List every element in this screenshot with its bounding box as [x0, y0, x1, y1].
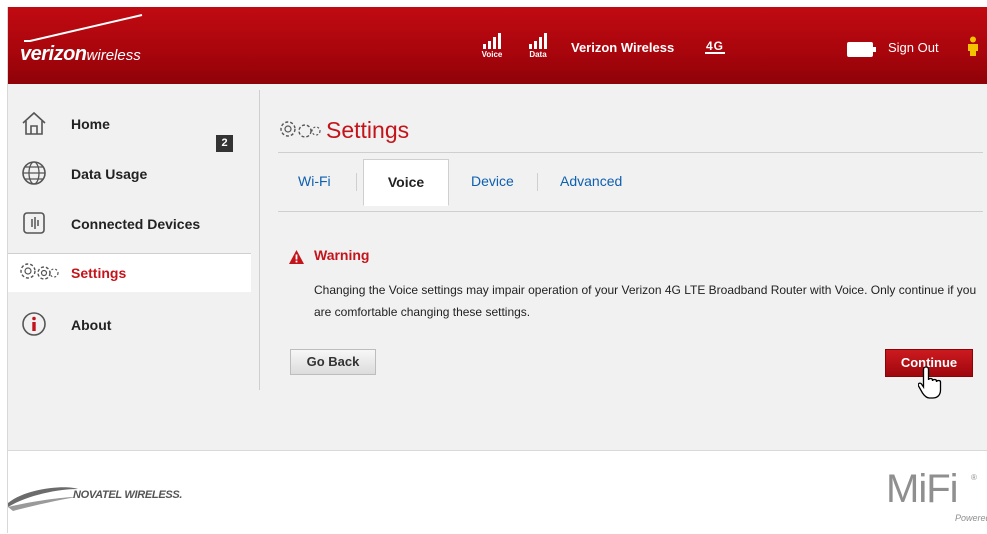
sidebar-item-settings[interactable]: Settings — [8, 253, 251, 292]
globe-icon — [22, 161, 46, 185]
network-type: 4G — [705, 39, 726, 54]
tab-separator — [356, 173, 357, 191]
warning-title: Warning — [314, 247, 370, 263]
tab-advanced[interactable]: Advanced — [560, 173, 622, 189]
sidebar-item-connected-devices[interactable]: Connected Devices — [8, 199, 251, 249]
sidebar-item-label: Home — [71, 116, 110, 132]
voice-signal: Voice — [478, 33, 506, 59]
gears-icon — [280, 121, 321, 138]
data-signal-label: Data — [529, 50, 547, 59]
page-title: Settings — [326, 117, 410, 143]
warning-message: Changing the Voice settings may impair o… — [314, 283, 977, 319]
verizon-logo: verizonwireless — [20, 43, 141, 65]
registered-mark: ® — [971, 473, 977, 482]
connected-devices-count-badge: 2 — [216, 135, 233, 152]
powered-label: Powered — [955, 513, 987, 523]
devices-icon — [23, 212, 45, 234]
sidebar-item-about[interactable]: About — [8, 300, 251, 350]
warning-icon — [289, 250, 304, 264]
sidebar-item-data-usage[interactable]: Data Usage — [8, 149, 251, 199]
novatel-wireless-brand: NOVATEL WIRELESS. — [73, 489, 183, 501]
go-back-button[interactable]: Go Back — [290, 349, 376, 375]
sidebar-nav: Home Data Usage Connected Devices Settin… — [8, 99, 251, 350]
battery-icon — [847, 42, 876, 57]
sign-out-link[interactable]: Sign Out — [888, 40, 939, 55]
sidebar-item-home[interactable]: Home — [8, 99, 251, 149]
sidebar-divider — [259, 90, 260, 390]
voice-signal-bars-icon — [478, 33, 506, 49]
sidebar-item-label: Settings — [71, 265, 127, 281]
data-signal-bars-icon — [524, 33, 552, 49]
home-icon — [22, 111, 46, 135]
sidebar-item-label: Data Usage — [71, 166, 148, 182]
data-signal: Data — [524, 33, 552, 59]
carrier-name: Verizon Wireless — [571, 40, 675, 55]
voice-signal-label: Voice — [481, 50, 503, 59]
person-icon[interactable] — [966, 36, 980, 56]
tab-separator — [537, 173, 538, 191]
title-divider — [278, 152, 983, 153]
tab-voice[interactable]: Voice — [363, 159, 449, 206]
sidebar-item-label: Connected Devices — [71, 215, 201, 232]
gears-icon — [20, 263, 59, 280]
top-header: verizonwireless Voice Data Verizon Wirel… — [8, 7, 987, 84]
router-admin-frame: verizonwireless Voice Data Verizon Wirel… — [7, 7, 987, 534]
hand-cursor-icon — [918, 366, 942, 399]
settings-tabs: Wi-Fi Voice Device Advanced — [278, 159, 983, 212]
sidebar-item-label: About — [71, 317, 112, 333]
tab-wifi[interactable]: Wi-Fi — [298, 173, 331, 189]
mifi-logo: MiFi — [886, 467, 959, 511]
tab-device[interactable]: Device — [471, 173, 514, 189]
info-icon — [22, 312, 46, 336]
